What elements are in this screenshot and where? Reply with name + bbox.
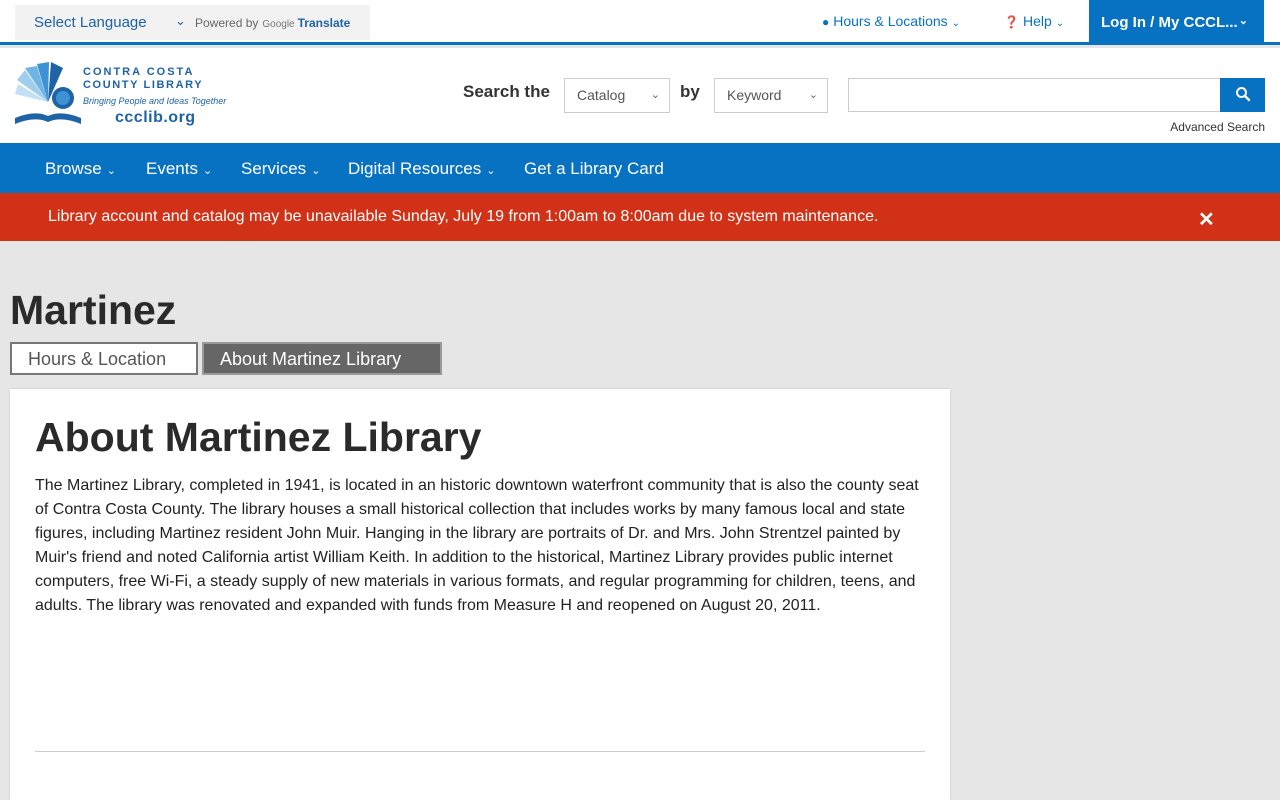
close-icon[interactable]: ✕ [1198,207,1215,232]
chevron-down-icon: ⌄ [311,165,321,177]
chevron-down-icon: ⌄ [486,165,496,177]
nav-item-label: Get a Library Card [524,159,664,178]
hours-locations-menu[interactable]: ● Hours & Locations ⌄ [822,13,960,29]
chevron-down-icon: ⌄ [951,18,961,29]
language-selector[interactable]: Select Language ⌄ Powered by Google Transl… [15,5,370,40]
logo-line-2: COUNTY LIBRARY [83,79,204,91]
chevron-down-icon: ⌄ [650,89,660,101]
nav-item-events[interactable]: Events ⌄ [146,159,212,179]
tab-about-martinez-library[interactable]: About Martinez Library [202,342,442,375]
page-title: Martinez [10,287,177,333]
chevron-down-icon: ⌄ [808,89,818,101]
help-menu[interactable]: ❓ Help ⌄ [1004,13,1064,29]
nav-item-digital-resources[interactable]: Digital Resources ⌄ [348,159,495,179]
map-marker-icon: ● [822,15,830,29]
logo-tagline: Bringing People and Ideas Together [83,96,227,106]
search-type-select[interactable]: Keyword ⌄ [714,78,828,113]
divider [35,751,925,752]
google-logo-text: Google [262,19,295,30]
question-circle-icon: ❓ [1004,15,1019,29]
library-logo-icon [15,62,81,124]
nav-item-label: Services [241,159,307,178]
search-label: Search the [463,82,550,101]
tab-hours-location[interactable]: Hours & Location [10,342,198,375]
card-body-text: The Martinez Library, completed in 1941,… [35,477,919,614]
chevron-down-icon: ⌄ [106,165,116,177]
search-input[interactable] [848,78,1221,112]
chevron-down-icon: ⌄ [175,13,186,28]
search-scope-select[interactable]: Catalog ⌄ [564,78,670,113]
language-select-label[interactable]: Select Language [34,14,147,31]
by-label: by [680,82,700,101]
card-title: About Martinez Library [35,414,482,460]
search-icon [1235,86,1250,101]
logo-url: ccclib.org [115,109,196,126]
utility-bar: Select Language ⌄ Powered by Google Transl… [0,0,1280,45]
site-header: CONTRA COSTA COUNTY LIBRARY Bringing Peo… [0,48,1280,143]
search-button[interactable] [1220,78,1265,112]
advanced-search-link[interactable]: Advanced Search [1170,120,1265,134]
nav-item-label: Digital Resources [348,159,482,178]
nav-item-services[interactable]: Services ⌄ [241,159,320,179]
login-button[interactable]: Log In / My CCCL... ⌄ [1089,0,1264,45]
chevron-down-icon: ⌄ [1238,15,1248,27]
help-label: Help [1022,13,1052,29]
nav-item-browse[interactable]: Browse ⌄ [45,159,116,179]
maintenance-alert: Library account and catalog may be unava… [0,193,1280,241]
about-card: About Martinez Library The Martinez Libr… [10,389,950,800]
logo-line-1: CONTRA COSTA [83,66,195,78]
search-scope-value: Catalog [577,87,626,103]
nav-item-get-library-card[interactable]: Get a Library Card [524,159,664,179]
nav-item-label: Browse [45,159,102,178]
search-type-value: Keyword [727,87,782,103]
chevron-down-icon: ⌄ [1055,18,1065,29]
login-label: Log In / My CCCL... [1101,14,1238,31]
nav-item-label: Events [146,159,198,178]
library-logo[interactable]: CONTRA COSTA COUNTY LIBRARY Bringing Peo… [15,62,227,130]
powered-by-google-translate: Powered by Google Translate [195,16,350,30]
hours-locations-label: Hours & Locations [833,13,948,29]
alert-message: Library account and catalog may be unava… [48,208,879,225]
main-nav: Browse ⌄ Events ⌄ Services ⌄ Digital Resour… [0,143,1280,193]
powered-by-text: Powered by [195,16,259,30]
translate-link[interactable]: Translate [298,16,351,30]
chevron-down-icon: ⌄ [202,165,213,177]
